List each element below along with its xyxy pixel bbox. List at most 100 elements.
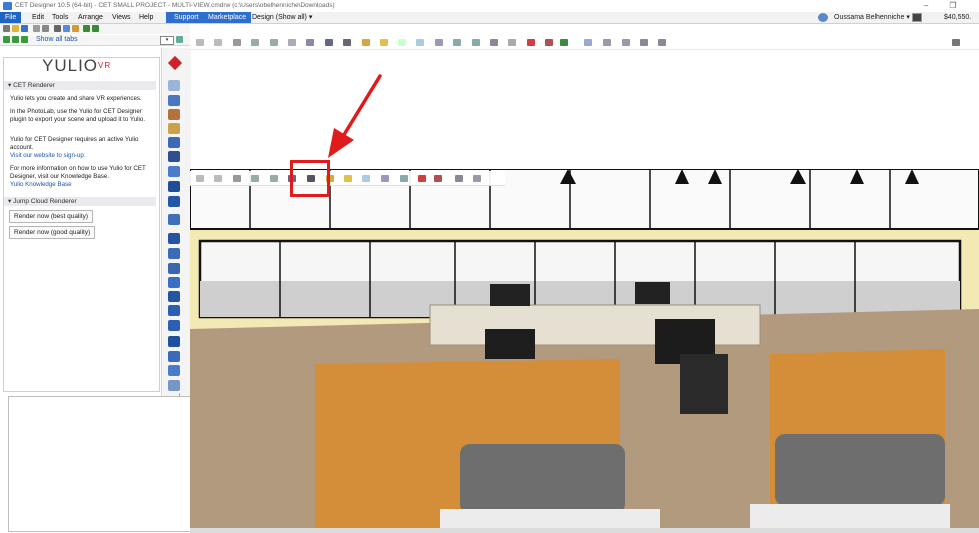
zoom-extents-icon[interactable] bbox=[233, 175, 241, 182]
print-preview-icon[interactable] bbox=[33, 25, 40, 32]
zoom-out-icon[interactable] bbox=[270, 175, 278, 182]
lasso-icon[interactable] bbox=[473, 175, 481, 182]
pencil-icon[interactable] bbox=[455, 175, 463, 182]
measure-tool-icon[interactable] bbox=[584, 39, 592, 46]
diagonal-icon[interactable] bbox=[622, 39, 630, 46]
menu-file[interactable]: File bbox=[0, 12, 22, 23]
delete-icon[interactable] bbox=[418, 175, 426, 182]
snap-icon[interactable] bbox=[380, 39, 388, 46]
user-menu[interactable]: Oussama Belhenniche ▾ bbox=[834, 12, 910, 23]
layer-icon[interactable] bbox=[381, 175, 389, 182]
zoom-in-icon[interactable] bbox=[251, 175, 259, 182]
select-icon[interactable] bbox=[306, 39, 314, 46]
calculator-icon[interactable] bbox=[168, 305, 180, 316]
zoom-window-icon[interactable] bbox=[196, 39, 204, 46]
cut-icon[interactable] bbox=[54, 25, 61, 32]
align-icon[interactable] bbox=[472, 39, 480, 46]
mirror-icon[interactable] bbox=[434, 175, 442, 182]
zoom-fit-icon[interactable] bbox=[214, 39, 222, 46]
line-icon[interactable] bbox=[603, 39, 611, 46]
move-icon[interactable] bbox=[362, 39, 370, 46]
panel-options-icon[interactable] bbox=[176, 36, 183, 43]
pencil-icon[interactable] bbox=[640, 39, 648, 46]
connect-icon[interactable] bbox=[400, 175, 408, 182]
snap-icon[interactable] bbox=[344, 175, 352, 182]
network-icon[interactable] bbox=[168, 320, 180, 331]
materials-icon[interactable] bbox=[168, 109, 180, 120]
import-icon[interactable] bbox=[168, 181, 180, 192]
zoom-extents-icon[interactable] bbox=[233, 39, 241, 46]
person-tool-icon[interactable] bbox=[168, 137, 180, 148]
wall-icon[interactable] bbox=[168, 123, 180, 134]
connect-icon[interactable] bbox=[453, 39, 461, 46]
tools-icon[interactable] bbox=[168, 151, 180, 162]
render-good-quality-button[interactable]: Render now (good quality) bbox=[9, 226, 96, 239]
chair-icon[interactable] bbox=[168, 233, 180, 244]
menu-tools[interactable]: Tools bbox=[47, 12, 73, 23]
plant-icon[interactable] bbox=[168, 365, 180, 376]
copy-icon[interactable] bbox=[63, 25, 70, 32]
menu-arrange[interactable]: Arrange bbox=[73, 12, 108, 23]
undo-icon[interactable] bbox=[83, 25, 90, 32]
elevation-icon[interactable] bbox=[508, 39, 516, 46]
cet-app-icon bbox=[3, 2, 12, 10]
zoom-out-icon[interactable] bbox=[270, 39, 278, 46]
delete-icon[interactable] bbox=[527, 39, 535, 46]
filter-icon[interactable] bbox=[168, 336, 180, 347]
annotate-icon[interactable] bbox=[362, 175, 370, 182]
menu-edit[interactable]: Edit bbox=[27, 12, 49, 23]
eraser-icon[interactable] bbox=[658, 39, 666, 46]
knowledge-base-link[interactable]: Yulio Knowledge Base bbox=[10, 181, 72, 189]
menu-views[interactable]: Views bbox=[107, 12, 136, 23]
redo-icon[interactable] bbox=[92, 25, 99, 32]
view-mode-dropdown[interactable]: Design (Show all) ▾ bbox=[247, 12, 317, 23]
mirror-icon[interactable] bbox=[545, 39, 553, 46]
paste-icon[interactable] bbox=[72, 25, 79, 32]
3d-viewport[interactable] bbox=[190, 169, 979, 528]
zoom-in-icon[interactable] bbox=[251, 39, 259, 46]
show-all-tabs-link[interactable]: Show all tabs bbox=[36, 35, 78, 45]
marketplace-button[interactable]: Marketplace bbox=[203, 12, 252, 23]
person-icon[interactable] bbox=[912, 13, 922, 22]
render-view-icon[interactable] bbox=[343, 39, 351, 46]
user-avatar-icon[interactable] bbox=[818, 13, 828, 22]
forward-icon[interactable] bbox=[12, 36, 19, 43]
zoom-window-icon[interactable] bbox=[196, 175, 204, 182]
list-icon[interactable] bbox=[168, 291, 180, 302]
signup-link[interactable]: Visit our website to sign-up. bbox=[10, 152, 86, 160]
renderer-icon[interactable] bbox=[168, 80, 180, 91]
zoom-fit-icon[interactable] bbox=[214, 175, 222, 182]
group-icon[interactable] bbox=[490, 39, 498, 46]
save-icon[interactable] bbox=[21, 25, 28, 32]
open-file-icon[interactable] bbox=[12, 25, 19, 32]
catalog-icon[interactable] bbox=[168, 214, 180, 225]
render-best-quality-button[interactable]: Render now (best quality) bbox=[9, 210, 94, 223]
measure-icon[interactable] bbox=[168, 263, 180, 274]
new-file-icon[interactable] bbox=[3, 25, 10, 32]
back-icon[interactable] bbox=[3, 36, 10, 43]
minimize-button[interactable]: – bbox=[915, 0, 937, 12]
home-icon[interactable] bbox=[21, 36, 28, 43]
yulio-account-text: Yulio for CET Designer requires an activ… bbox=[10, 136, 139, 151]
menu-help[interactable]: Help bbox=[134, 12, 158, 23]
light-icon[interactable] bbox=[168, 166, 180, 177]
grid-icon[interactable] bbox=[560, 39, 568, 46]
annotate-icon[interactable] bbox=[416, 39, 424, 46]
bars-icon[interactable] bbox=[168, 351, 180, 362]
pen-icon[interactable] bbox=[168, 277, 180, 288]
support-button[interactable]: Support bbox=[166, 12, 207, 23]
window-icon[interactable] bbox=[325, 39, 333, 46]
camera-icon[interactable] bbox=[168, 95, 180, 106]
layer-icon[interactable] bbox=[435, 39, 443, 46]
house-icon[interactable] bbox=[168, 196, 180, 207]
cet-renderer-section-header[interactable]: ▾ CET Renderer bbox=[4, 81, 156, 90]
toolbar-settings-icon[interactable] bbox=[952, 39, 960, 46]
tabs-dropdown[interactable]: ▾ bbox=[160, 36, 174, 45]
stairs-icon[interactable] bbox=[168, 248, 180, 259]
extra-tools-icon[interactable] bbox=[168, 380, 180, 391]
print-icon[interactable] bbox=[42, 25, 49, 32]
zoom-previous-icon[interactable] bbox=[288, 39, 296, 46]
dimension-icon[interactable] bbox=[398, 39, 406, 46]
jump-renderer-section-header[interactable]: ▾ Jump Cloud Renderer bbox=[4, 197, 156, 206]
maximize-button[interactable]: ❐ bbox=[942, 0, 964, 12]
